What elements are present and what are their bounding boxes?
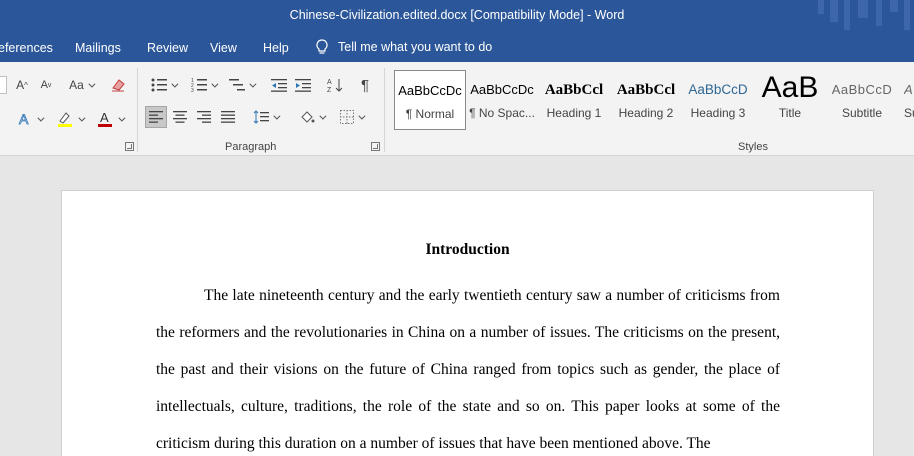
title-bar: Chinese-Civilization.edited.docx [Compat… bbox=[0, 0, 914, 62]
font-color-icon[interactable]: A bbox=[92, 108, 126, 130]
borders-icon[interactable] bbox=[334, 106, 368, 128]
tab-help[interactable]: Help bbox=[263, 41, 289, 55]
style-preview: AaBbCcl bbox=[616, 82, 676, 98]
style-name: Su bbox=[904, 106, 914, 120]
shrink-font-icon[interactable]: Av bbox=[36, 74, 56, 96]
shading-icon[interactable] bbox=[294, 106, 328, 128]
style-name: Heading 2 bbox=[618, 106, 674, 120]
style-preview: AaBbCcD bbox=[831, 82, 893, 97]
sort-icon[interactable]: AZ bbox=[324, 74, 346, 96]
svg-text:A: A bbox=[100, 110, 109, 125]
svg-text:3: 3 bbox=[191, 88, 194, 92]
style-name: Heading 1 bbox=[546, 106, 602, 120]
document-paragraph: The late nineteenth century and the earl… bbox=[156, 287, 780, 452]
font-size-box-edge[interactable] bbox=[0, 74, 8, 96]
style-name: Heading 3 bbox=[690, 106, 746, 120]
tab-review[interactable]: Review bbox=[147, 41, 188, 55]
style-subtle-emphasis[interactable]: A Su bbox=[898, 70, 914, 130]
decrease-indent-icon[interactable] bbox=[268, 74, 290, 96]
svg-text:A: A bbox=[327, 79, 332, 86]
line-spacing-icon[interactable] bbox=[248, 106, 282, 128]
svg-text:A: A bbox=[19, 111, 29, 127]
style-heading-2[interactable]: AaBbCcl Heading 2 bbox=[610, 70, 682, 130]
style-name: ¶ No Spac... bbox=[469, 106, 535, 120]
paragraph-dialog-launcher-icon[interactable] bbox=[371, 142, 380, 151]
align-right-icon[interactable] bbox=[193, 106, 215, 128]
highlight-color-icon[interactable] bbox=[52, 108, 86, 130]
bullets-icon[interactable] bbox=[146, 74, 180, 96]
style-heading-1[interactable]: AaBbCcl Heading 1 bbox=[538, 70, 610, 130]
document-page[interactable]: Introduction The late nineteenth century… bbox=[61, 190, 874, 456]
style-name: ¶ Normal bbox=[405, 107, 455, 121]
style-subtitle[interactable]: AaBbCcD Subtitle bbox=[826, 70, 898, 130]
styles-group-label: Styles bbox=[738, 141, 768, 153]
style-preview: AaBbCcDc bbox=[398, 83, 462, 98]
document-heading: Introduction bbox=[425, 241, 510, 258]
group-separator bbox=[384, 68, 385, 152]
grow-font-icon[interactable]: A ^ bbox=[12, 74, 32, 96]
multilevel-list-icon[interactable] bbox=[224, 74, 258, 96]
svg-text:Z: Z bbox=[327, 87, 332, 93]
change-case-label: Aa bbox=[69, 78, 84, 92]
paragraph-group-label: Paragraph bbox=[225, 141, 277, 153]
align-left-icon[interactable] bbox=[145, 106, 167, 128]
style-heading-3[interactable]: AaBbCcD Heading 3 bbox=[682, 70, 754, 130]
style-normal[interactable]: AaBbCcDc ¶ Normal bbox=[394, 70, 466, 130]
style-preview: AaBbCcD bbox=[688, 82, 748, 97]
tell-me-search[interactable]: Tell me what you want to do bbox=[316, 39, 492, 55]
tab-mailings[interactable]: Mailings bbox=[75, 41, 121, 55]
justify-icon[interactable] bbox=[217, 106, 239, 128]
numbering-icon[interactable]: 123 bbox=[186, 74, 220, 96]
text-effects-icon[interactable]: A bbox=[14, 108, 44, 130]
style-preview: AaBbCcDc bbox=[470, 82, 534, 97]
styles-gallery: AaBbCcDc ¶ Normal AaBbCcDc ¶ No Spac... … bbox=[394, 70, 914, 130]
style-preview: AaB bbox=[761, 71, 819, 104]
group-separator bbox=[137, 68, 138, 152]
tab-view[interactable]: View bbox=[210, 41, 237, 55]
increase-indent-icon[interactable] bbox=[292, 74, 314, 96]
lightbulb-icon bbox=[316, 39, 328, 54]
style-preview: AaBbCcl bbox=[544, 82, 604, 98]
window-title: Chinese-Civilization.edited.docx [Compat… bbox=[289, 8, 625, 22]
style-name: Title bbox=[778, 106, 802, 120]
tab-references[interactable]: eferences bbox=[0, 41, 53, 55]
style-preview: A bbox=[904, 82, 913, 97]
ribbon: A ^ Av Aa A A 123 AZ ¶ Paragraph AaBbCcD… bbox=[0, 62, 914, 156]
change-case-button[interactable]: Aa bbox=[64, 74, 98, 96]
title-bar-decoration bbox=[818, 0, 910, 30]
tell-me-label: Tell me what you want to do bbox=[338, 40, 493, 54]
font-dialog-launcher-icon[interactable] bbox=[125, 142, 134, 151]
clear-formatting-icon[interactable] bbox=[108, 74, 128, 96]
style-no-spacing[interactable]: AaBbCcDc ¶ No Spac... bbox=[466, 70, 538, 130]
align-center-icon[interactable] bbox=[169, 106, 191, 128]
show-formatting-marks-icon[interactable]: ¶ bbox=[354, 74, 376, 96]
style-name: Subtitle bbox=[841, 106, 883, 120]
style-title[interactable]: AaB Title bbox=[754, 70, 826, 130]
